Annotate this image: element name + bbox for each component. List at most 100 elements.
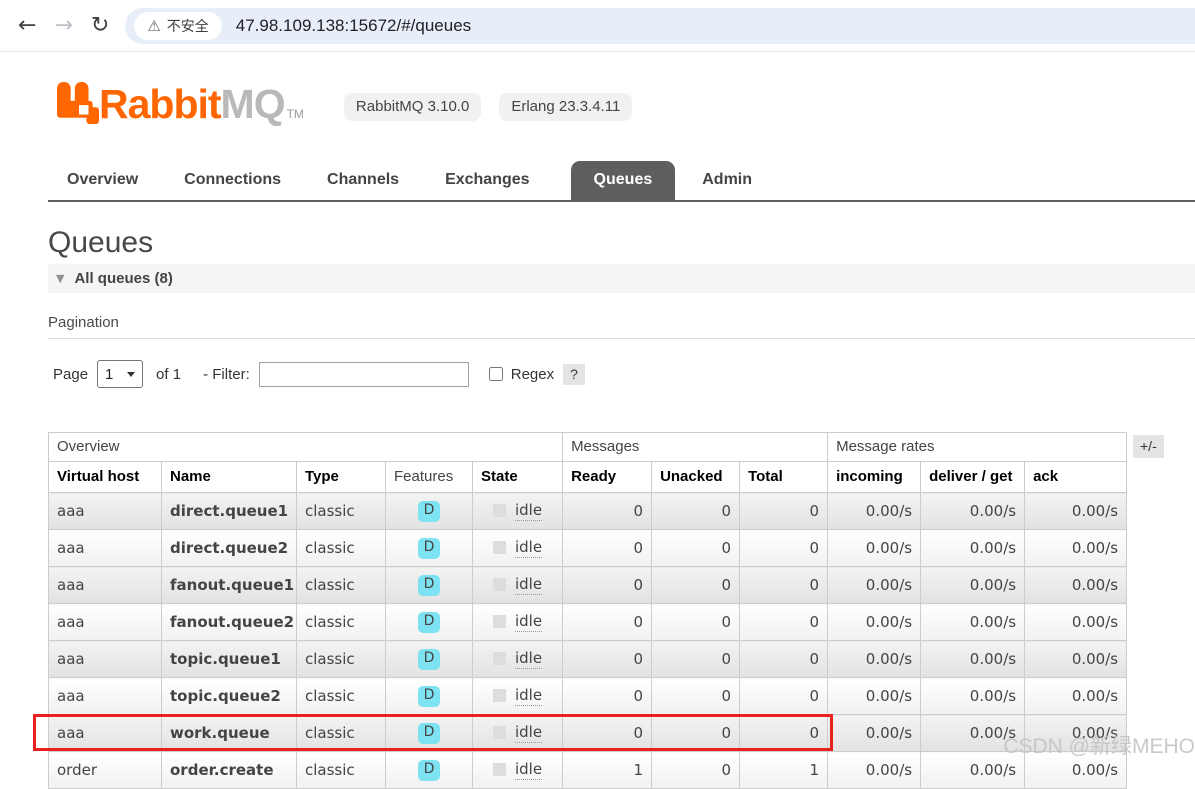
vhost-cell: aaa	[49, 530, 162, 567]
state-cell: idle	[473, 752, 563, 789]
state-label: idle	[515, 686, 542, 706]
pagination-divider	[48, 338, 1195, 339]
deliver-get-cell: 0.00/s	[921, 493, 1025, 530]
total-cell: 0	[740, 493, 828, 530]
state-label: idle	[515, 538, 542, 558]
unacked-cell: 0	[652, 752, 740, 789]
incoming-cell: 0.00/s	[828, 530, 921, 567]
vhost-cell: aaa	[49, 567, 162, 604]
queue-name-link[interactable]: order.create	[162, 752, 297, 789]
col-virtual-host[interactable]: Virtual host	[49, 462, 162, 493]
unacked-cell: 0	[652, 604, 740, 641]
col-ack[interactable]: ack	[1025, 462, 1127, 493]
deliver-get-cell: 0.00/s	[921, 604, 1025, 641]
group-header-row: Overview Messages Message rates	[49, 433, 1127, 462]
column-toggle-button[interactable]: +/-	[1133, 435, 1164, 458]
col-state[interactable]: State	[473, 462, 563, 493]
regex-checkbox[interactable]	[489, 367, 503, 381]
rabbitmq-logo-icon	[57, 82, 99, 124]
tab-channels[interactable]: Channels	[327, 161, 399, 200]
refresh-icon[interactable]: ↻	[91, 15, 109, 37]
tab-exchanges[interactable]: Exchanges	[445, 161, 529, 200]
state-label: idle	[515, 501, 542, 521]
type-cell: classic	[297, 641, 386, 678]
durable-badge: D	[418, 575, 441, 596]
vhost-cell: aaa	[49, 493, 162, 530]
tab-queues[interactable]: Queues	[571, 161, 676, 200]
vhost-cell: aaa	[49, 641, 162, 678]
ready-cell: 0	[563, 604, 652, 641]
queue-name-link[interactable]: direct.queue2	[162, 530, 297, 567]
incoming-cell: 0.00/s	[828, 641, 921, 678]
state-label: idle	[515, 723, 542, 743]
page-select[interactable]: 1	[97, 360, 143, 388]
site-security-chip[interactable]: ⚠ 不安全	[134, 12, 221, 40]
ack-cell: 0.00/s	[1025, 530, 1127, 567]
col-ready[interactable]: Ready	[563, 462, 652, 493]
regex-help-button[interactable]: ?	[563, 364, 585, 385]
ready-cell: 0	[563, 493, 652, 530]
state-cell: idle	[473, 641, 563, 678]
table-row: aaa fanout.queue1 classic D idle 0 0 0 0…	[49, 567, 1127, 604]
ready-cell: 0	[563, 530, 652, 567]
total-cell: 0	[740, 641, 828, 678]
col-name[interactable]: Name	[162, 462, 297, 493]
state-label: idle	[515, 575, 542, 595]
browser-toolbar: ← → ↻ ⚠ 不安全 47.98.109.138:15672/#/queues	[0, 0, 1195, 52]
durable-badge: D	[418, 760, 441, 781]
col-total[interactable]: Total	[740, 462, 828, 493]
state-indicator-icon	[493, 689, 506, 702]
col-incoming[interactable]: incoming	[828, 462, 921, 493]
durable-badge: D	[418, 686, 441, 707]
queue-name-link[interactable]: fanout.queue1	[162, 567, 297, 604]
queue-name-link[interactable]: topic.queue2	[162, 678, 297, 715]
type-cell: classic	[297, 604, 386, 641]
url-text[interactable]: 47.98.109.138:15672/#/queues	[236, 16, 471, 36]
regex-label: Regex	[511, 366, 554, 383]
deliver-get-cell: 0.00/s	[921, 530, 1025, 567]
ack-cell: 0.00/s	[1025, 604, 1127, 641]
queue-name-link[interactable]: topic.queue1	[162, 641, 297, 678]
queues-table: Overview Messages Message rates Virtual …	[48, 432, 1127, 789]
col-unacked[interactable]: Unacked	[652, 462, 740, 493]
all-queues-section-toggle[interactable]: ▼ All queues (8)	[48, 264, 1195, 293]
state-cell: idle	[473, 493, 563, 530]
incoming-cell: 0.00/s	[828, 752, 921, 789]
incoming-cell: 0.00/s	[828, 715, 921, 752]
tab-overview[interactable]: Overview	[67, 161, 138, 200]
tab-admin[interactable]: Admin	[702, 161, 752, 200]
queue-name-link[interactable]: fanout.queue2	[162, 604, 297, 641]
address-bar[interactable]: ⚠ 不安全 47.98.109.138:15672/#/queues	[125, 8, 1195, 44]
queue-name-link[interactable]: work.queue	[162, 715, 297, 752]
deliver-get-cell: 0.00/s	[921, 567, 1025, 604]
queue-name-link[interactable]: direct.queue1	[162, 493, 297, 530]
watermark-text: CSDN @新绿MEHO	[1003, 730, 1195, 760]
deliver-get-cell: 0.00/s	[921, 641, 1025, 678]
state-cell: idle	[473, 530, 563, 567]
state-indicator-icon	[493, 763, 506, 776]
durable-badge: D	[418, 649, 441, 670]
filter-input[interactable]	[259, 362, 469, 387]
ack-cell: 0.00/s	[1025, 678, 1127, 715]
state-label: idle	[515, 612, 542, 632]
back-icon[interactable]: ←	[18, 15, 36, 37]
col-type[interactable]: Type	[297, 462, 386, 493]
col-deliver-get[interactable]: deliver / get	[921, 462, 1025, 493]
forward-icon[interactable]: →	[54, 15, 72, 37]
filter-label: - Filter:	[203, 366, 250, 383]
features-cell: D	[386, 715, 473, 752]
warning-icon: ⚠	[147, 17, 160, 35]
tab-connections[interactable]: Connections	[184, 161, 281, 200]
state-label: idle	[515, 760, 542, 780]
table-row: aaa direct.queue2 classic D idle 0 0 0 0…	[49, 530, 1127, 567]
total-cell: 0	[740, 567, 828, 604]
vhost-cell: aaa	[49, 678, 162, 715]
of-pages-label: of 1	[156, 366, 181, 383]
pagination-controls: Page 1 of 1 - Filter: Regex ?	[53, 358, 585, 390]
main-nav: Overview Connections Channels Exchanges …	[48, 161, 1195, 202]
type-cell: classic	[297, 752, 386, 789]
unacked-cell: 0	[652, 678, 740, 715]
unacked-cell: 0	[652, 493, 740, 530]
incoming-cell: 0.00/s	[828, 604, 921, 641]
state-indicator-icon	[493, 615, 506, 628]
